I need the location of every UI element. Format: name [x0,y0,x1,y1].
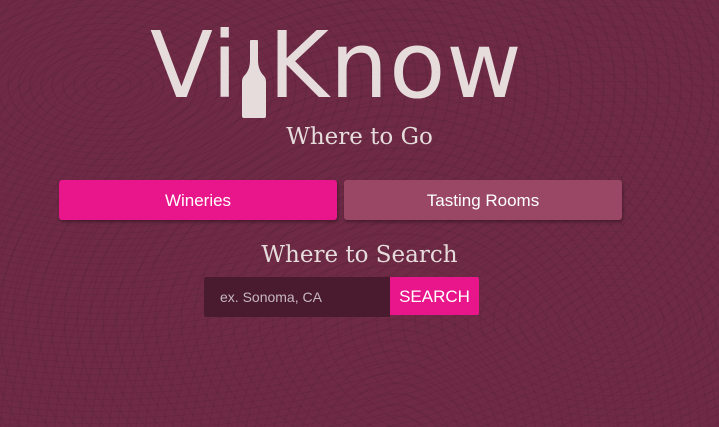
where-to-search-heading: Where to Search [261,242,458,268]
search-button[interactable]: SEARCH [390,277,479,315]
vi-know-logo: Vi Know [150,12,550,119]
tab-tasting-rooms[interactable]: Tasting Rooms [344,180,622,220]
location-search-input[interactable] [204,277,390,317]
logo-text-part1: Vi [150,12,239,119]
logo-text-part2: Know [268,12,523,119]
wine-bottle-icon [242,40,267,118]
where-to-go-heading: Where to Go [286,124,433,150]
tab-wineries[interactable]: Wineries [59,180,337,220]
